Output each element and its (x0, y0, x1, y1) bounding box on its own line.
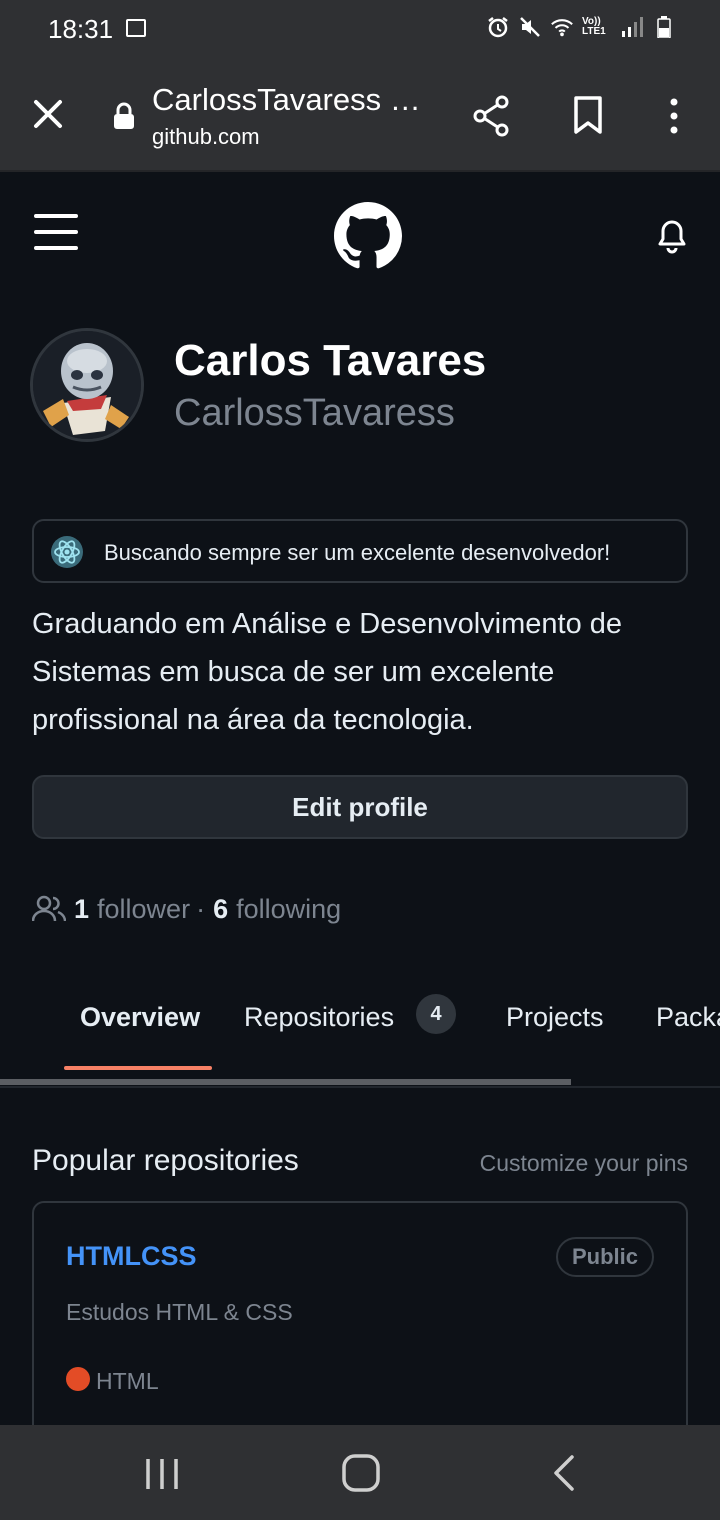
following-link[interactable]: 6 following (211, 894, 341, 925)
atom-emoji-icon (50, 535, 84, 569)
page-domain[interactable]: github.com (152, 124, 260, 150)
repositories-count-badge: 4 (416, 994, 456, 1034)
more-options-button[interactable] (654, 94, 694, 138)
tabs-scrollbar[interactable] (0, 1079, 571, 1085)
profile-username: CarlossTavaress (174, 392, 455, 434)
share-button[interactable] (470, 94, 514, 138)
status-icons: Vo)) LTE1 (486, 16, 676, 38)
edit-profile-button[interactable]: Edit profile (32, 775, 688, 839)
repo-name-link[interactable]: HTMLCSS (66, 1241, 197, 1272)
status-time: 18:31 (48, 14, 114, 44)
tabs-divider (0, 1086, 720, 1088)
following-count: 6 (213, 893, 229, 924)
follow-stats: 1 follower · 6 following (31, 889, 341, 929)
page-title[interactable]: CarlossTavaress … (152, 82, 422, 118)
repo-description: Estudos HTML & CSS (66, 1299, 293, 1325)
active-tab-indicator (64, 1066, 212, 1070)
people-icon (31, 894, 67, 924)
battery-icon (652, 16, 676, 38)
system-navigation-bar (0, 1425, 720, 1520)
gallery-notification-icon (126, 19, 146, 37)
tab-overview[interactable]: Overview (80, 1002, 200, 1033)
notifications-bell-icon[interactable] (654, 216, 690, 254)
profile-name: Carlos Tavares (174, 336, 487, 385)
browser-toolbar: CarlossTavaress … github.com (0, 58, 720, 172)
github-logo-icon[interactable] (334, 202, 402, 270)
home-button[interactable] (340, 1453, 384, 1493)
bookmark-button[interactable] (568, 94, 608, 138)
signal-icon (620, 16, 644, 38)
lock-icon (112, 102, 136, 130)
back-button[interactable] (548, 1453, 580, 1493)
repo-language: HTML (96, 1368, 159, 1394)
tab-packages[interactable]: Packa (656, 1002, 720, 1033)
tab-projects[interactable]: Projects (506, 1002, 604, 1033)
network-label: Vo)) LTE1 (582, 16, 606, 37)
language-color-dot (66, 1367, 90, 1391)
followers-count: 1 (74, 893, 90, 924)
profile-tabs: Overview Repositories 4 Projects Packa (0, 990, 720, 1060)
recent-apps-button[interactable] (142, 1457, 182, 1491)
wifi-icon (550, 16, 574, 38)
status-bar: 18:31 Vo)) LTE1 (0, 0, 720, 58)
alarm-icon (486, 16, 510, 38)
avatar[interactable] (30, 328, 144, 442)
hamburger-menu-button[interactable] (34, 212, 78, 252)
followers-link[interactable]: 1 follower (72, 894, 190, 925)
followers-label: follower (97, 893, 191, 924)
customize-pins-link[interactable]: Customize your pins (480, 1150, 688, 1177)
status-message: Buscando sempre ser um excelente desenvo… (104, 540, 611, 565)
popular-repositories-heading: Popular repositories (32, 1144, 299, 1177)
follow-separator: · (196, 893, 206, 924)
tab-repositories[interactable]: Repositories (244, 1002, 394, 1033)
close-tab-button[interactable] (28, 94, 68, 134)
repo-card: HTMLCSS Public Estudos HTML & CSS HTML (32, 1201, 688, 1441)
profile-bio: Graduando em Análise e Desenvolvimento d… (32, 608, 623, 736)
mute-icon (518, 16, 542, 38)
user-status[interactable]: Buscando sempre ser um excelente desenvo… (32, 519, 688, 583)
following-label: following (236, 893, 342, 924)
visibility-badge: Public (555, 1237, 654, 1277)
